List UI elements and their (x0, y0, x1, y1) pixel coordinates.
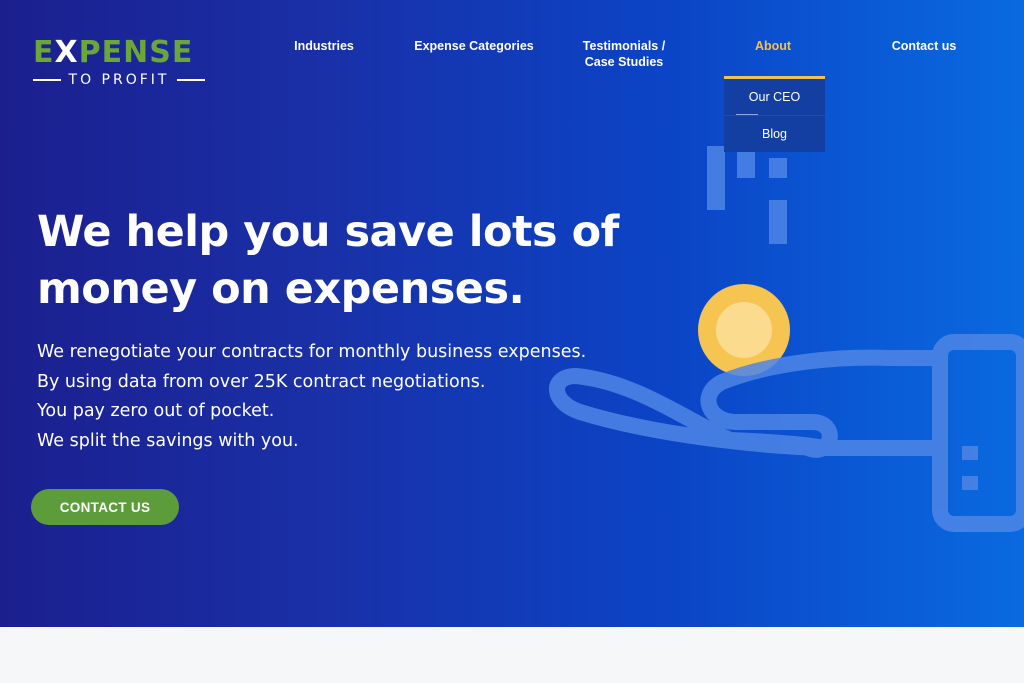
dropdown-item-label: Our CEO (748, 90, 801, 104)
coin-motion-bar (707, 146, 725, 210)
coin-motion-bar (769, 200, 787, 244)
cuff-button (962, 476, 978, 490)
hero-line: By using data from over 25K contract neg… (37, 371, 486, 392)
hero-line: We split the savings with you. (37, 430, 299, 451)
below-fold-section (0, 627, 1024, 683)
coin-motion-bar (737, 152, 755, 178)
nav-item-about[interactable]: About (740, 38, 806, 54)
hero-description: We renegotiate your contracts for monthl… (37, 338, 637, 456)
cuff-button (962, 446, 978, 460)
nav-item-testimonials[interactable]: Testimonials / Case Studies (568, 38, 680, 70)
hero-section: EXPENSE TO PROFIT Industries Expense Cat… (0, 0, 1024, 627)
dropdown-item-label: Blog (761, 127, 788, 141)
about-dropdown: Our CEO Blog (724, 76, 825, 152)
main-nav: Industries Expense Categories Testimonia… (0, 38, 1024, 78)
hero-headline: We help you save lots of money on expens… (37, 207, 619, 314)
logo-rule-right (176, 79, 205, 81)
hero-line: We renegotiate your contracts for monthl… (37, 342, 587, 362)
coin-motion-bar (769, 158, 787, 178)
contact-us-button[interactable]: CONTACT US (31, 489, 179, 525)
hero-line: You pay zero out of pocket. (37, 401, 275, 421)
logo-rule-left (33, 79, 61, 81)
nav-item-expense-categories[interactable]: Expense Categories (408, 38, 540, 54)
nav-item-contact-us[interactable]: Contact us (880, 38, 968, 54)
nav-item-industries[interactable]: Industries (280, 38, 368, 54)
dropdown-item-blog[interactable]: Blog (724, 115, 825, 152)
dropdown-item-our-ceo[interactable]: Our CEO (724, 79, 825, 115)
